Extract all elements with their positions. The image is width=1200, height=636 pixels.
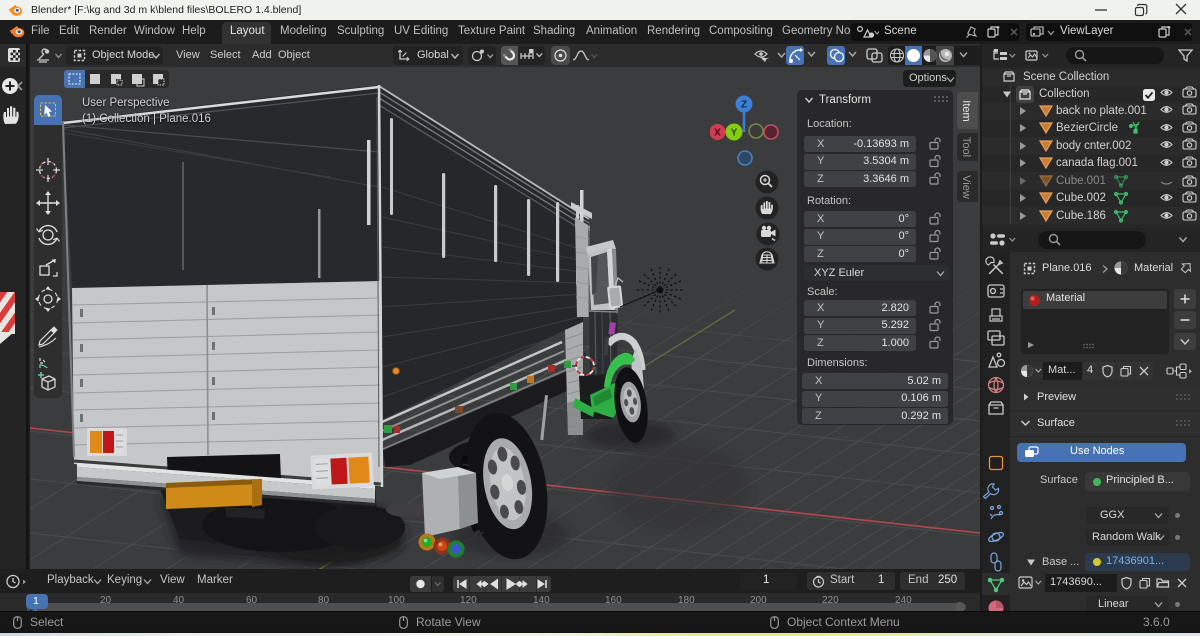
svg-text:Z: Z	[741, 100, 747, 111]
svg-text:Y: Y	[731, 128, 738, 139]
svg-text:X: X	[714, 128, 721, 139]
